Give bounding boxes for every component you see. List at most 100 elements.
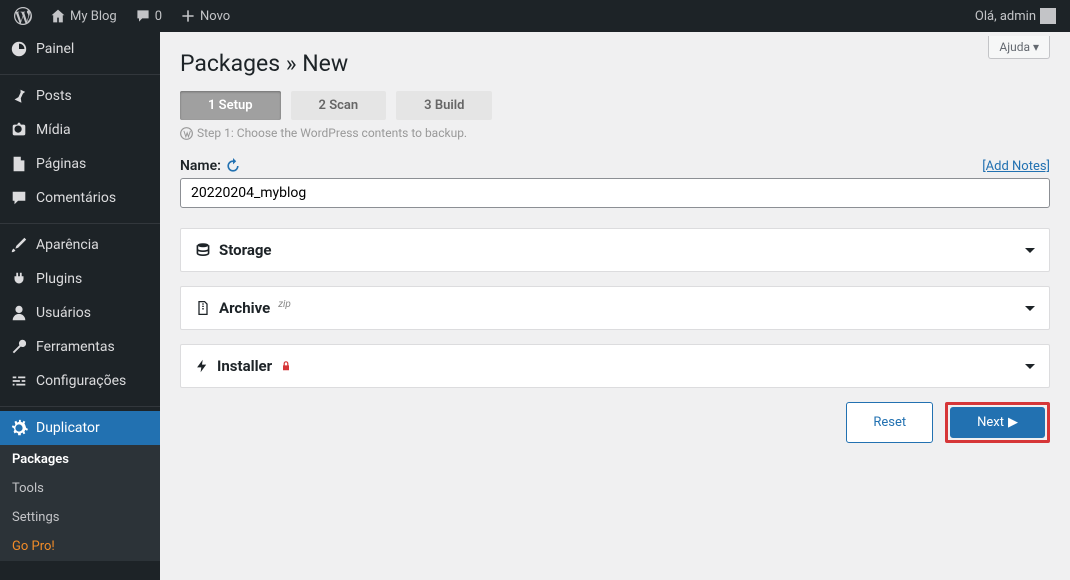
menu-usuarios[interactable]: Usuários bbox=[0, 296, 160, 330]
menu-label: Usuários bbox=[36, 305, 91, 321]
name-row: Name: [Add Notes] bbox=[180, 158, 1050, 174]
help-tab[interactable]: Ajuda ▾ bbox=[988, 36, 1050, 59]
topbar-left: My Blog 0 Novo bbox=[8, 0, 236, 32]
menu-paginas[interactable]: Páginas bbox=[0, 147, 160, 181]
new-label: Novo bbox=[200, 9, 230, 24]
panel-title: Installer bbox=[195, 357, 292, 375]
play-icon: ▶ bbox=[1008, 415, 1018, 430]
panel-title-text: Archive bbox=[219, 299, 270, 317]
archive-format: zip bbox=[278, 299, 291, 310]
comment-icon bbox=[135, 8, 151, 24]
plus-icon bbox=[180, 8, 196, 24]
step-scan[interactable]: 2 Scan bbox=[291, 91, 387, 120]
wrench-icon bbox=[10, 338, 28, 356]
menu-label: Plugins bbox=[36, 271, 82, 287]
sliders-icon bbox=[10, 372, 28, 390]
reset-name-icon[interactable] bbox=[225, 158, 241, 174]
greeting: Olá, admin bbox=[975, 9, 1036, 24]
reset-button[interactable]: Reset bbox=[846, 402, 933, 443]
menu-posts[interactable]: Posts bbox=[0, 79, 160, 113]
menu-configuracoes[interactable]: Configurações bbox=[0, 364, 160, 398]
menu-label: Posts bbox=[36, 88, 72, 104]
menu-label: Aparência bbox=[36, 237, 99, 253]
wordpress-icon bbox=[14, 7, 32, 25]
menu-label: Páginas bbox=[36, 156, 86, 172]
name-label: Name: bbox=[180, 158, 241, 174]
submenu-settings[interactable]: Settings bbox=[0, 503, 160, 532]
brush-icon bbox=[10, 236, 28, 254]
storage-panel[interactable]: Storage bbox=[180, 228, 1050, 272]
user-icon bbox=[10, 304, 28, 322]
site-name: My Blog bbox=[70, 9, 117, 24]
menu-painel[interactable]: Painel bbox=[0, 32, 160, 66]
menu-separator bbox=[0, 70, 160, 75]
chevron-down-icon bbox=[1025, 306, 1035, 316]
package-name-input[interactable] bbox=[180, 178, 1050, 208]
chevron-down-icon bbox=[1025, 364, 1035, 374]
duplicator-submenu: Packages Tools Settings Go Pro! bbox=[0, 445, 160, 561]
menu-label: Painel bbox=[36, 41, 74, 57]
wizard-steps: 1 Setup 2 Scan 3 Build bbox=[180, 91, 1050, 120]
dashboard-icon bbox=[10, 40, 28, 58]
next-highlight: Next ▶ bbox=[945, 402, 1050, 443]
main-content: Ajuda ▾ Packages » New 1 Setup 2 Scan 3 … bbox=[160, 32, 1070, 580]
menu-comentarios[interactable]: Comentários bbox=[0, 181, 160, 215]
panel-title: Storage bbox=[195, 241, 272, 259]
panel-title: Archive zip bbox=[195, 299, 291, 317]
panel-title-text: Installer bbox=[217, 357, 272, 375]
menu-ferramentas[interactable]: Ferramentas bbox=[0, 330, 160, 364]
menu-label: Comentários bbox=[36, 190, 116, 206]
menu-label: Configurações bbox=[36, 373, 126, 389]
next-button[interactable]: Next ▶ bbox=[950, 407, 1045, 438]
media-icon bbox=[10, 121, 28, 139]
avatar bbox=[1040, 8, 1056, 24]
step-desc-text: Step 1: Choose the WordPress contents to… bbox=[197, 126, 467, 140]
database-icon bbox=[195, 242, 211, 258]
submenu-packages[interactable]: Packages bbox=[0, 445, 160, 474]
menu-separator bbox=[0, 219, 160, 224]
account-link[interactable]: Olá, admin bbox=[969, 0, 1062, 32]
submenu-gopro[interactable]: Go Pro! bbox=[0, 532, 160, 561]
menu-aparencia[interactable]: Aparência bbox=[0, 228, 160, 262]
lock-icon bbox=[280, 360, 292, 372]
wp-logo[interactable] bbox=[8, 0, 38, 32]
name-label-text: Name: bbox=[180, 158, 221, 174]
pin-icon bbox=[10, 87, 28, 105]
step-setup[interactable]: 1 Setup bbox=[180, 91, 281, 120]
comment-icon bbox=[10, 189, 28, 207]
step-description: Step 1: Choose the WordPress contents to… bbox=[180, 126, 1050, 140]
submenu-tools[interactable]: Tools bbox=[0, 474, 160, 503]
new-link[interactable]: Novo bbox=[174, 0, 236, 32]
admin-sidebar: Painel Posts Mídia Páginas Comentários A… bbox=[0, 32, 160, 580]
admin-topbar: My Blog 0 Novo Olá, admin bbox=[0, 0, 1070, 32]
menu-label: Duplicator bbox=[36, 420, 100, 436]
step-build[interactable]: 3 Build bbox=[396, 91, 492, 120]
help-label: Ajuda bbox=[999, 40, 1030, 54]
comments-link[interactable]: 0 bbox=[129, 0, 168, 32]
bolt-icon bbox=[195, 358, 209, 374]
comments-count: 0 bbox=[155, 9, 162, 24]
menu-label: Ferramentas bbox=[36, 339, 115, 355]
home-icon bbox=[50, 8, 66, 24]
menu-duplicator[interactable]: Duplicator bbox=[0, 411, 160, 445]
menu-separator bbox=[0, 402, 160, 407]
page-icon bbox=[10, 155, 28, 173]
action-buttons: Reset Next ▶ bbox=[180, 402, 1050, 443]
add-notes-link[interactable]: [Add Notes] bbox=[982, 159, 1050, 174]
menu-midia[interactable]: Mídia bbox=[0, 113, 160, 147]
menu-label: Mídia bbox=[36, 122, 71, 138]
installer-panel[interactable]: Installer bbox=[180, 344, 1050, 388]
panel-title-text: Storage bbox=[219, 241, 272, 259]
chevron-down-icon: ▾ bbox=[1033, 40, 1039, 54]
gear-icon bbox=[10, 419, 28, 437]
plug-icon bbox=[10, 270, 28, 288]
file-archive-icon bbox=[195, 300, 211, 316]
archive-panel[interactable]: Archive zip bbox=[180, 286, 1050, 330]
page-title: Packages » New bbox=[180, 32, 1050, 91]
site-link[interactable]: My Blog bbox=[44, 0, 123, 32]
chevron-down-icon bbox=[1025, 248, 1035, 258]
next-label: Next bbox=[977, 415, 1004, 430]
menu-plugins[interactable]: Plugins bbox=[0, 262, 160, 296]
topbar-right: Olá, admin bbox=[969, 0, 1062, 32]
wordpress-icon bbox=[180, 127, 193, 140]
